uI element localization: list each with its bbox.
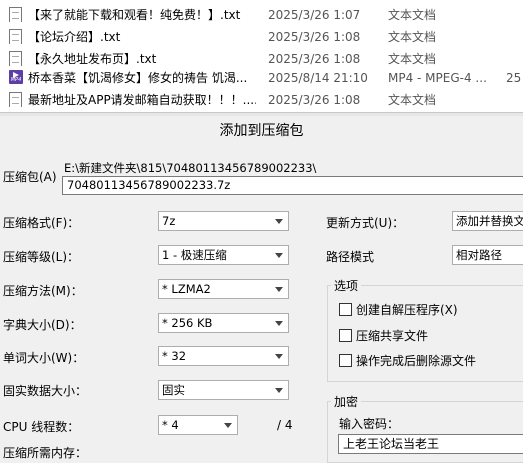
file-row[interactable]: MP4 桥本香菜【饥渴修女】修女的祷告 饥渴... 2025/8/14 21:1… xyxy=(0,67,523,89)
chevron-down-icon xyxy=(224,423,232,428)
level-select[interactable]: 1 - 极速压缩 xyxy=(158,245,289,265)
archive-name-input[interactable]: 70480113456789002233.7z xyxy=(62,176,523,195)
chevron-down-icon xyxy=(275,219,283,224)
file-row[interactable]: 最新地址及APP请发邮箱自动获取！！！.... 2025/3/26 1:08 文… xyxy=(0,89,523,111)
update-value: 添加并替换文 xyxy=(456,214,523,228)
dialog-title: 添加到压缩包 xyxy=(219,123,304,139)
dict-select[interactable]: * 256 KB xyxy=(158,313,289,333)
format-value: 7z xyxy=(162,214,176,228)
file-type: 文本文档 xyxy=(388,30,437,44)
checkbox-box xyxy=(339,303,352,316)
file-list: 【来了就能下载和观看！纯免费！】.txt 2025/3/26 1:07 文本文档… xyxy=(0,0,523,112)
cpu-value: * 4 xyxy=(162,418,179,432)
text-file-icon xyxy=(9,92,23,107)
shared-label: 压缩共享文件 xyxy=(356,329,429,343)
word-value: * 32 xyxy=(162,349,187,363)
options-title: 选项 xyxy=(331,277,362,294)
file-type: 文本文档 xyxy=(388,8,437,22)
file-name: 【来了就能下载和观看！纯免费！】.txt xyxy=(28,8,241,22)
file-row[interactable]: 【来了就能下载和观看！纯免费！】.txt 2025/3/26 1:07 文本文档 xyxy=(0,4,523,26)
sfx-checkbox[interactable]: 创建自解压程序(X) xyxy=(339,301,458,318)
file-name: 最新地址及APP请发邮箱自动获取！！！.... xyxy=(28,93,256,107)
update-label: 更新方式(U)： xyxy=(326,216,405,230)
add-to-archive-dialog: 添加到压缩包 压缩包(A) E:\新建文件夹\815\7048011345678… xyxy=(0,116,523,463)
file-date: 2025/3/26 1:08 xyxy=(268,30,361,44)
memory-label: 压缩所需内存： xyxy=(3,446,88,460)
format-label: 压缩格式(F)： xyxy=(3,216,80,230)
shared-checkbox[interactable]: 压缩共享文件 xyxy=(339,327,428,344)
sfx-label: 创建自解压程序(X) xyxy=(356,303,458,317)
dict-value: * 256 KB xyxy=(162,316,213,330)
text-file-icon xyxy=(9,29,23,44)
format-select[interactable]: 7z xyxy=(158,211,289,231)
text-file-icon xyxy=(9,7,23,22)
cpu-select[interactable]: * 4 xyxy=(158,415,238,435)
file-date: 2025/8/14 21:10 xyxy=(268,71,368,85)
dict-label: 字典大小(D)： xyxy=(3,318,82,332)
method-label: 压缩方法(M)： xyxy=(3,284,83,298)
file-name: 桥本香菜【饥渴修女】修女的祷告 饥渴... xyxy=(28,71,248,85)
delete-source-checkbox[interactable]: 操作完成后删除源文件 xyxy=(339,352,476,369)
encryption-title: 加密 xyxy=(331,393,362,410)
delete-source-label: 操作完成后删除源文件 xyxy=(356,354,477,368)
file-type: 文本文档 xyxy=(388,93,437,107)
file-type: MP4 - MPEG-4 ... xyxy=(388,71,487,85)
chevron-down-icon xyxy=(275,388,283,393)
level-label: 压缩等级(L)： xyxy=(3,250,80,264)
solid-label: 固实数据大小： xyxy=(3,384,88,398)
cpu-label: CPU 线程数： xyxy=(3,420,80,434)
text-file-icon xyxy=(9,51,23,66)
archive-path: E:\新建文件夹\815\70480113456789002233\ xyxy=(64,161,317,175)
update-select[interactable]: 添加并替换文 xyxy=(452,211,523,231)
level-value: 1 - 极速压缩 xyxy=(162,248,227,262)
checkbox-box xyxy=(339,354,352,367)
chevron-down-icon xyxy=(275,354,283,359)
archive-label: 压缩包(A) xyxy=(3,170,57,184)
mp4-file-icon: MP4 xyxy=(9,70,23,85)
chevron-down-icon xyxy=(275,253,283,258)
word-select[interactable]: * 32 xyxy=(158,346,289,366)
cpu-total: / 4 xyxy=(277,418,293,432)
solid-select[interactable]: 固实 xyxy=(158,380,289,400)
path-value: 相对路径 xyxy=(456,248,502,262)
method-select[interactable]: * LZMA2 xyxy=(158,279,289,299)
file-date: 2025/3/26 1:08 xyxy=(268,93,361,107)
file-date: 2025/3/26 1:07 xyxy=(268,8,361,22)
file-row[interactable]: 【论坛介绍】.txt 2025/3/26 1:08 文本文档 xyxy=(0,26,523,48)
path-select[interactable]: 相对路径 xyxy=(452,245,523,265)
file-name: 【论坛介绍】.txt xyxy=(28,30,121,44)
method-value: * LZMA2 xyxy=(162,282,211,296)
checkbox-box xyxy=(339,329,352,342)
path-label: 路径模式 xyxy=(326,250,375,264)
chevron-down-icon xyxy=(275,321,283,326)
password-label: 输入密码： xyxy=(339,417,400,431)
file-size: 25 xyxy=(506,71,522,85)
solid-value: 固实 xyxy=(162,383,185,397)
word-label: 单词大小(W)： xyxy=(3,351,85,365)
chevron-down-icon xyxy=(275,287,283,292)
password-input[interactable]: 上老王论坛当老王 xyxy=(338,434,523,454)
